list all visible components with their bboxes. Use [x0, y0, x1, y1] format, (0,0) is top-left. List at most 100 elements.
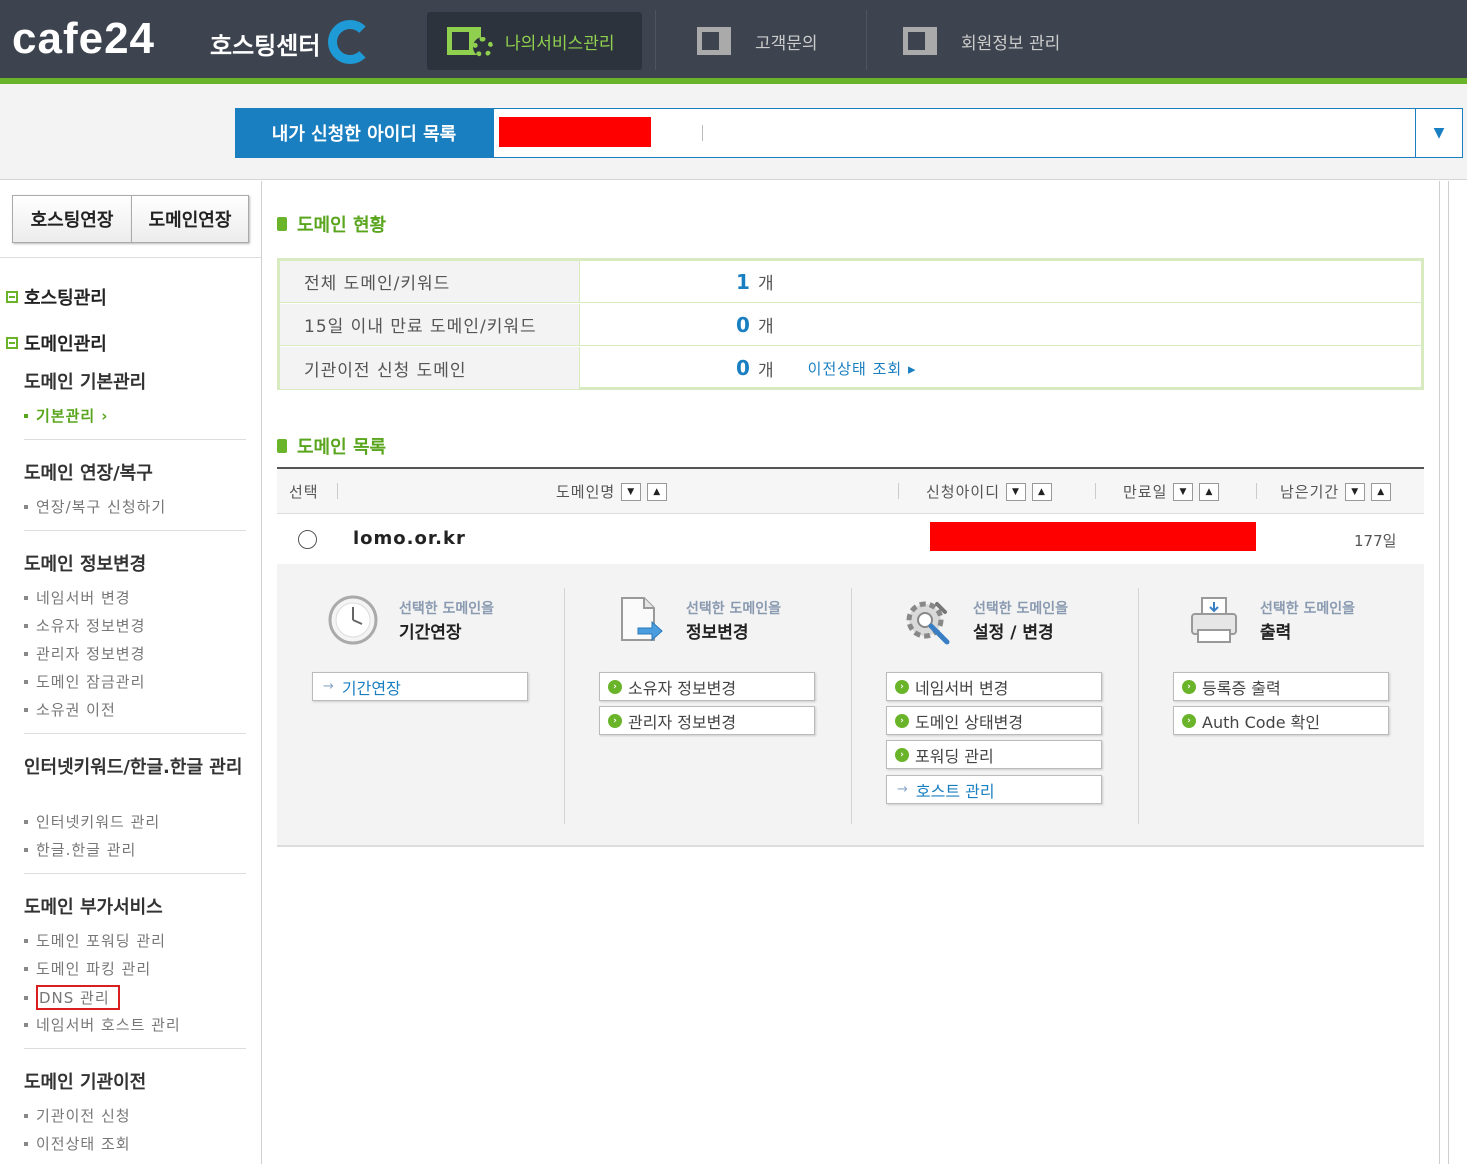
nav-divider: [655, 10, 656, 70]
sidebar-item-ns-host[interactable]: 네임서버 호스트 관리: [24, 1014, 181, 1035]
status-unit: 개: [758, 274, 774, 294]
cafe24-logo[interactable]: cafe24: [12, 14, 155, 64]
status-row: 기관이전 신청 도메인 0 개 이전상태 조회 ▸: [280, 347, 1421, 389]
sort-desc-icon[interactable]: ▼: [621, 482, 642, 501]
col-select: 선택: [289, 483, 319, 501]
admin-info-change-button[interactable]: › 관리자 정보변경: [599, 706, 815, 735]
monitor-gear-icon: [447, 25, 493, 57]
redacted-id-expiry: [930, 522, 1256, 551]
group-divider: [24, 530, 246, 531]
action-title: 정보변경: [686, 623, 749, 643]
sort-asc-icon[interactable]: ▲: [647, 482, 668, 501]
button-label: 소유자 정보변경: [628, 678, 737, 698]
sidebar-item-transfer-apply[interactable]: 기관이전 신청: [24, 1105, 131, 1126]
sidebar-item-dns[interactable]: DNS 관리: [24, 985, 120, 1010]
button-label: 기간연장: [341, 678, 401, 698]
nav-divider: [866, 10, 867, 70]
col-apply-id: 신청아이디 ▼ ▲: [926, 481, 1053, 502]
sidebar: 호스팅연장 도메인연장 호스팅관리 도메인관리 도메인 기본관리 기본관리 › 도…: [0, 181, 262, 1164]
sidebar-category-hosting[interactable]: 호스팅관리: [6, 284, 107, 310]
col-remaining: 남은기간 ▼ ▲: [1280, 481, 1392, 502]
sidebar-category-domain[interactable]: 도메인관리: [6, 330, 107, 356]
transfer-status-link[interactable]: 이전상태 조회 ▸: [808, 358, 917, 379]
arrow-circle-icon: ›: [895, 747, 909, 762]
sidebar-item-parking[interactable]: 도메인 파킹 관리: [24, 958, 151, 979]
nav-member-info[interactable]: 회원정보 관리: [903, 12, 1083, 70]
nameserver-change-button[interactable]: › 네임서버 변경: [886, 672, 1102, 701]
nav-customer-inquiry[interactable]: 고객문의: [697, 12, 857, 70]
action-subtitle: 선택한 도메인을: [399, 601, 495, 617]
sidebar-group-title: 도메인 기관이전: [24, 1072, 147, 1093]
auth-code-check-button[interactable]: › Auth Code 확인: [1173, 706, 1389, 735]
group-divider: [24, 873, 246, 874]
button-label: Auth Code 확인: [1202, 712, 1321, 732]
collapse-icon: [6, 291, 18, 303]
status-label: 기관이전 신청 도메인: [280, 347, 580, 389]
sidebar-item-lock[interactable]: 도메인 잠금관리: [24, 671, 145, 692]
id-list-label: 내가 신청한 아이디 목록: [235, 108, 493, 158]
settings-gear-icon: [906, 601, 950, 645]
section-title: 도메인 현황: [297, 215, 387, 236]
sidebar-item-owner-info[interactable]: 소유자 정보변경: [24, 615, 145, 636]
sidebar-item-keyword[interactable]: 인터넷키워드 관리: [24, 811, 160, 832]
sidebar-group-title: 도메인 정보변경: [24, 554, 147, 575]
extend-period-button[interactable]: → 기간연장: [312, 672, 528, 701]
domain-status-change-button[interactable]: › 도메인 상태변경: [886, 706, 1102, 735]
sidebar-item-nameserver[interactable]: 네임서버 변경: [24, 587, 131, 608]
sort-desc-icon[interactable]: ▼: [1173, 482, 1194, 501]
sidebar-item-admin-info[interactable]: 관리자 정보변경: [24, 643, 145, 664]
col-label: 신청아이디: [926, 483, 1001, 501]
group-divider: [24, 1048, 246, 1049]
sidebar-group-title: 도메인 연장/복구: [24, 463, 153, 484]
button-label: 관리자 정보변경: [628, 712, 737, 732]
sidebar-category-label: 호스팅관리: [24, 288, 107, 309]
sidebar-group-title: 인터넷키워드/한글.한글 관리: [24, 757, 243, 778]
sidebar-item-label: 기본관리: [36, 407, 96, 425]
domain-actions-panel: 선택한 도메인을 기간연장 → 기간연장 선택한 도메인을 정보변경 › 소유자 정…: [277, 564, 1424, 847]
id-select-dropdown[interactable]: ▼: [493, 108, 1463, 158]
sort-asc-icon[interactable]: ▲: [1371, 482, 1392, 501]
sidebar-item-forwarding[interactable]: 도메인 포워딩 관리: [24, 930, 166, 951]
owner-info-change-button[interactable]: › 소유자 정보변경: [599, 672, 815, 701]
action-subtitle: 선택한 도메인을: [973, 601, 1069, 617]
status-label: 15일 이내 만료 도메인/키워드: [280, 304, 580, 345]
nav-my-service-label: 나의서비스관리: [505, 33, 615, 54]
monitor-phone-icon: [697, 25, 743, 57]
col-label: 만료일: [1123, 483, 1168, 501]
host-manage-button[interactable]: → 호스트 관리: [886, 775, 1102, 804]
status-label: 전체 도메인/키워드: [280, 261, 580, 302]
clock-icon: [328, 595, 378, 645]
sidebar-item-renew-restore[interactable]: 연장/복구 신청하기: [24, 496, 166, 517]
col-label: 남은기간: [1280, 483, 1340, 501]
arrow-circle-icon: ›: [1182, 713, 1196, 728]
sidebar-item-transfer-status[interactable]: 이전상태 조회: [24, 1133, 131, 1154]
text-cursor: [702, 125, 703, 141]
domain-name: lomo.or.kr: [353, 528, 466, 549]
sidebar-item-hangul[interactable]: 한글.한글 관리: [24, 839, 136, 860]
domain-table-header: 선택 도메인명 ▼ ▲ 신청아이디 ▼ ▲ 만료일 ▼ ▲ 남은기간 ▼ ▲: [277, 469, 1424, 514]
sidebar-group-title: 도메인 부가서비스: [24, 897, 163, 918]
sort-asc-icon[interactable]: ▲: [1032, 482, 1053, 501]
hosting-center-label: 호스팅센터: [210, 32, 321, 60]
remaining-days: 177일: [1354, 532, 1397, 550]
sort-desc-icon[interactable]: ▼: [1006, 482, 1027, 501]
hosting-renew-button[interactable]: 호스팅연장: [12, 195, 132, 243]
cafe24-c-logo-icon: [328, 20, 372, 64]
chevron-right-icon: ›: [101, 406, 109, 425]
certificate-print-button[interactable]: › 등록증 출력: [1173, 672, 1389, 701]
group-divider: [24, 733, 246, 734]
domain-select-radio[interactable]: [298, 530, 317, 549]
printer-icon: [1191, 597, 1237, 643]
sort-asc-icon[interactable]: ▲: [1199, 482, 1220, 501]
domain-renew-button[interactable]: 도메인연장: [131, 195, 249, 243]
arrow-circle-icon: ›: [608, 679, 622, 694]
chevron-down-icon[interactable]: ▼: [1415, 109, 1462, 157]
status-count: 0: [736, 312, 750, 337]
sort-desc-icon[interactable]: ▼: [1345, 482, 1366, 501]
col-divider: [1256, 483, 1257, 499]
sidebar-item-basic[interactable]: 기본관리 ›: [24, 405, 108, 426]
nav-my-service[interactable]: 나의서비스관리: [427, 12, 642, 70]
sidebar-item-ownership-transfer[interactable]: 소유권 이전: [24, 699, 116, 720]
table-row: lomo.or.kr 177일: [277, 514, 1424, 564]
forwarding-manage-button[interactable]: › 포워딩 관리: [886, 740, 1102, 769]
